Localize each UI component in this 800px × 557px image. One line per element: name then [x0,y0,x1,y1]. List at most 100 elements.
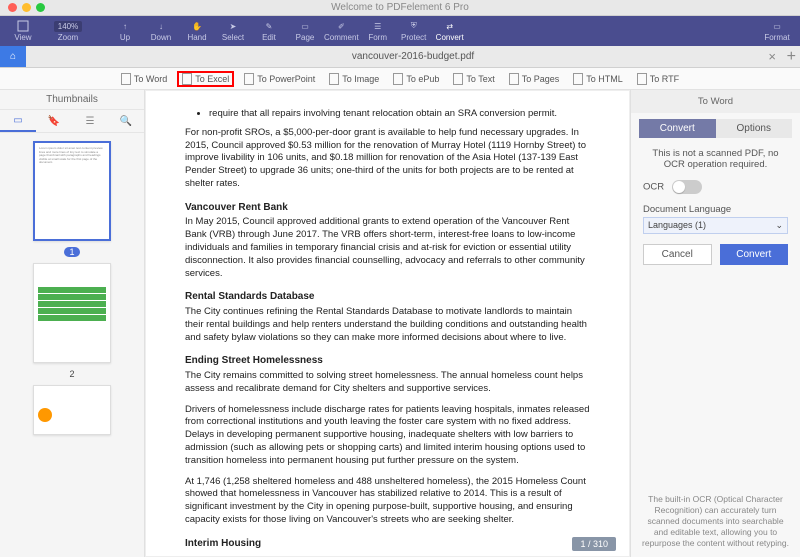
shield-icon: ⛨ [408,20,420,32]
home-icon: ⌂ [10,51,16,62]
search-icon: 🔍 [120,116,132,127]
up-tool[interactable]: ↑ Up [108,16,142,46]
to-excel-button[interactable]: To Excel [177,71,234,87]
main-toolbar: View 140% Zoom ↑ Up ↓ Down ✋ Hand ➤ Sele… [0,16,800,46]
bookmarks-tab[interactable]: 🔖 [36,110,72,132]
new-tab-button[interactable]: + [787,48,796,66]
convert-panel-body: This is not a scanned PDF, no OCR operat… [631,138,800,486]
edit-label: Edit [262,33,276,42]
protect-label: Protect [401,33,426,42]
page-2-label: 2 [69,369,74,379]
convert-panel-tabs: Convert Options [639,119,792,138]
select-label: Select [222,33,244,42]
format-icon: ▭ [771,20,783,32]
document-page: require that all repairs involving tenan… [145,90,630,557]
convert-panel-header: To Word [631,90,800,113]
arrow-down-icon: ↓ [155,20,167,32]
text-icon [453,73,463,85]
hand-icon: ✋ [191,20,203,32]
to-powerpoint-button[interactable]: To PowerPoint [240,72,319,86]
thumbnails-tab[interactable]: ▭ [0,110,36,132]
protect-tool[interactable]: ⛨ Protect [397,16,431,46]
doc-heading: Vancouver Rent Bank [185,201,590,215]
home-tab[interactable]: ⌂ [0,46,26,67]
convert-panel: To Word Convert Options This is not a sc… [630,90,800,557]
to-text-button[interactable]: To Text [449,72,498,86]
convert-tab[interactable]: Convert [639,119,716,138]
format-label: Format [764,33,789,42]
powerpoint-icon [244,73,254,85]
thumbnail-page-3[interactable] [33,385,111,435]
doc-heading: Rental Standards Database [185,290,590,304]
pages-icon: ▭ [13,115,22,126]
options-tab[interactable]: Options [716,119,793,138]
thumbnails-sidebar: Thumbnails ▭ 🔖 ☰ 🔍 Lorem ipsum dolor sit… [0,90,145,557]
format-tool[interactable]: ▭ Format [760,16,794,46]
toolbar-separator [96,16,106,46]
to-pages-label: To Pages [522,74,560,84]
convert-targets-bar: To Word To Excel To PowerPoint To Image … [0,68,800,90]
view-tool[interactable]: View [6,16,40,46]
ocr-label: OCR [643,182,664,193]
to-rtf-label: To RTF [650,74,679,84]
convert-tool[interactable]: ⇄ Convert [433,16,467,46]
to-html-button[interactable]: To HTML [569,72,627,86]
rtf-icon [637,73,647,85]
page-tool[interactable]: ▭ Page [288,16,322,46]
excel-icon [182,73,192,85]
ocr-toggle[interactable] [672,180,702,194]
document-tab[interactable]: vancouver-2016-budget.pdf × + [26,46,800,67]
language-label: Document Language [643,204,788,215]
zoom-label: Zoom [58,33,78,42]
close-tab-icon[interactable]: × [768,49,776,64]
word-icon [121,73,131,85]
pages-icon [509,73,519,85]
to-powerpoint-label: To PowerPoint [257,74,315,84]
doc-heading: Ending Street Homelessness [185,354,590,368]
doc-paragraph: For non-profit SROs, a $5,000-per-door g… [185,127,590,191]
zoom-tool[interactable]: 140% Zoom [42,16,94,46]
window-titlebar: Welcome to PDFelement 6 Pro [0,0,800,16]
outline-tab[interactable]: ☰ [72,110,108,132]
doc-bullet: require that all repairs involving tenan… [209,108,590,121]
thumbnail-page-1[interactable]: Lorem ipsum dolor sit amet text content … [33,141,111,241]
page-1-label: 1 [64,247,79,257]
to-epub-button[interactable]: To ePub [389,72,443,86]
hand-label: Hand [187,33,206,42]
thumbnails-list[interactable]: Lorem ipsum dolor sit amet text content … [0,133,144,557]
comment-tool[interactable]: ✐ Comment [324,16,359,46]
convert-label: Convert [436,33,464,42]
document-viewport[interactable]: require that all repairs involving tenan… [145,90,630,557]
main-area: Thumbnails ▭ 🔖 ☰ 🔍 Lorem ipsum dolor sit… [0,90,800,557]
ocr-status-message: This is not a scanned PDF, no OCR operat… [643,148,788,170]
up-label: Up [120,33,130,42]
language-section: Document Language Languages (1) ⌄ [643,204,788,234]
select-tool[interactable]: ➤ Select [216,16,250,46]
convert-button[interactable]: Convert [720,244,789,265]
to-word-button[interactable]: To Word [117,72,171,86]
to-image-label: To Image [342,74,379,84]
to-rtf-button[interactable]: To RTF [633,72,683,86]
form-tool[interactable]: ☰ Form [361,16,395,46]
search-tab[interactable]: 🔍 [108,110,144,132]
to-epub-label: To ePub [406,74,439,84]
convert-icon: ⇄ [444,20,456,32]
page-label: Page [296,33,315,42]
sidebar-header: Thumbnails [0,90,144,110]
to-pages-button[interactable]: To Pages [505,72,564,86]
thumbnail-page-2[interactable] [33,263,111,363]
comment-label: Comment [324,33,359,42]
down-label: Down [151,33,171,42]
cancel-button[interactable]: Cancel [643,244,712,265]
to-image-button[interactable]: To Image [325,72,383,86]
down-tool[interactable]: ↓ Down [144,16,178,46]
form-label: Form [368,33,387,42]
list-icon: ☰ [86,116,95,127]
language-select[interactable]: Languages (1) ⌄ [643,217,788,234]
to-excel-label: To Excel [195,74,229,84]
ocr-row: OCR [643,180,788,194]
hand-tool[interactable]: ✋ Hand [180,16,214,46]
edit-tool[interactable]: ✎ Edit [252,16,286,46]
sidebar-tabs: ▭ 🔖 ☰ 🔍 [0,110,144,133]
doc-paragraph: The City remains committed to solving st… [185,370,590,396]
